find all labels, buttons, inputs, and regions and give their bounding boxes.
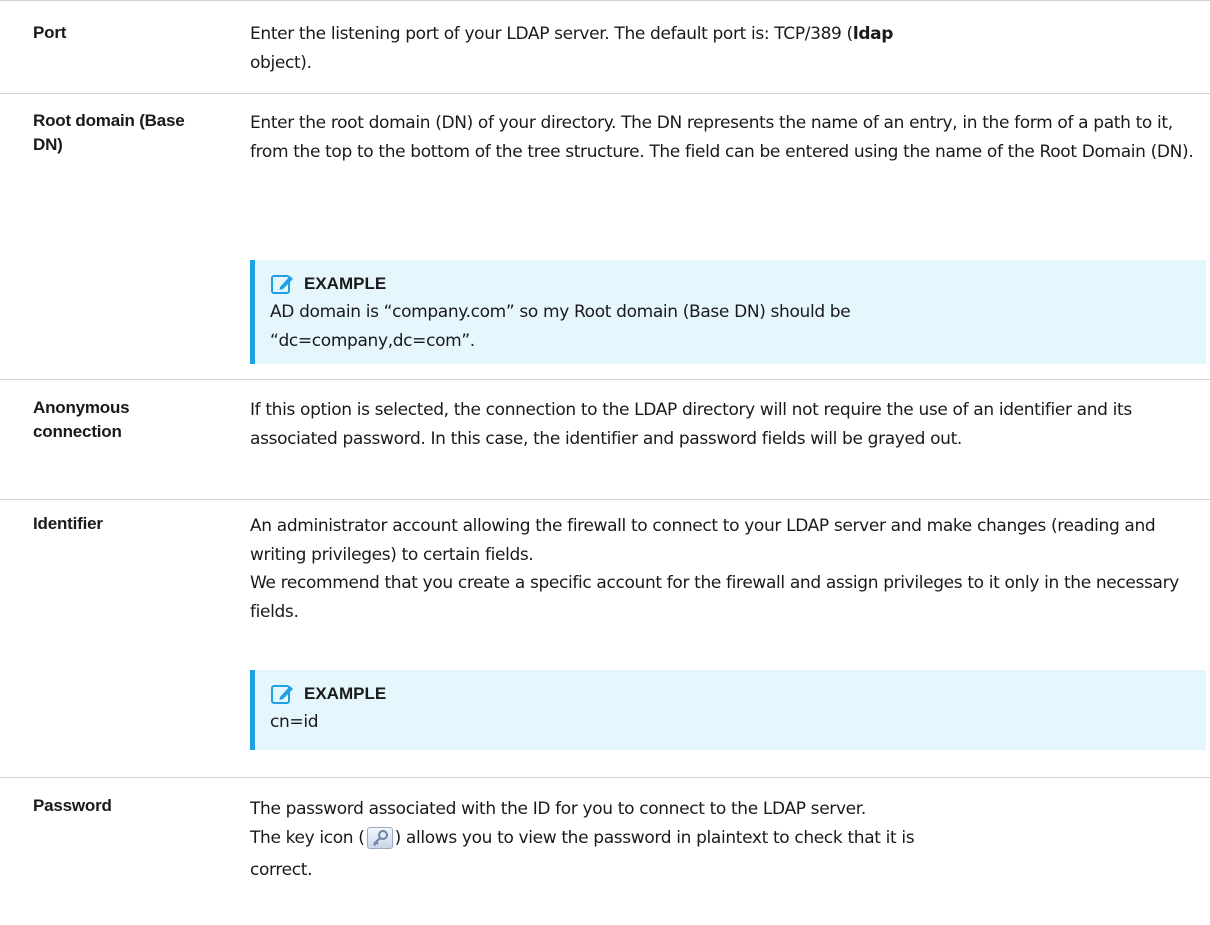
identifier-desc-line2: We recommend that you create a specific … (250, 573, 1179, 622)
port-desc-text-end: object). (250, 52, 312, 73)
row-label-identifier: Identifier (33, 514, 103, 533)
callout-title: EXAMPLE (304, 274, 387, 293)
callout-title: EXAMPLE (304, 684, 387, 703)
password-desc-text-end: ) allows you to view the password in pla… (394, 827, 915, 848)
password-desc-text: The key icon ( (250, 827, 365, 848)
callout-text: AD domain is “company.com” so my Root do… (270, 302, 851, 351)
password-desc-line1: The password associated with the ID for … (250, 799, 866, 819)
edit-note-icon (271, 275, 293, 294)
row-description-password: The password associated with the ID for … (250, 795, 1205, 885)
password-desc-line3: correct. (250, 860, 313, 880)
password-desc-line2: The key icon ( ) allows you to view the p… (250, 824, 1205, 853)
callout-header: EXAMPLE (270, 270, 1206, 298)
row-label-anonymous-connection: Anonymous connection (33, 398, 130, 441)
row-label-port: Port (33, 23, 67, 42)
port-desc-text: Enter the listening port of your LDAP se… (250, 24, 853, 44)
edit-note-icon (271, 685, 293, 704)
callout-text: cn=id (270, 712, 319, 732)
row-description-identifier: An administrator account allowing the fi… (250, 512, 1205, 626)
row-description-port: Enter the listening port of your LDAP se… (250, 20, 1205, 77)
table-row-anonymous-connection: Anonymous connection If this option is s… (0, 379, 1210, 499)
port-desc-bold: ldap (852, 24, 894, 44)
row-label-root-domain: Root domain (Base DN) (33, 111, 185, 154)
table-row-root-domain: Root domain (Base DN) Enter the root dom… (0, 93, 1210, 379)
row-label-password: Password (33, 796, 112, 815)
table-row-port: Port Enter the listening port of your LD… (0, 0, 1210, 93)
table-row-password: Password The password associated with th… (0, 777, 1210, 925)
row-description-root-domain: Enter the root domain (DN) of your direc… (250, 113, 1194, 162)
callout-header: EXAMPLE (270, 680, 1206, 708)
identifier-desc-line1: An administrator account allowing the fi… (250, 516, 1156, 565)
row-description-anonymous-connection: If this option is selected, the connecti… (250, 400, 1132, 449)
key-icon (366, 826, 393, 849)
example-callout: EXAMPLE cn=id (250, 670, 1206, 750)
example-callout: EXAMPLE AD domain is “company.com” so my… (250, 260, 1206, 364)
